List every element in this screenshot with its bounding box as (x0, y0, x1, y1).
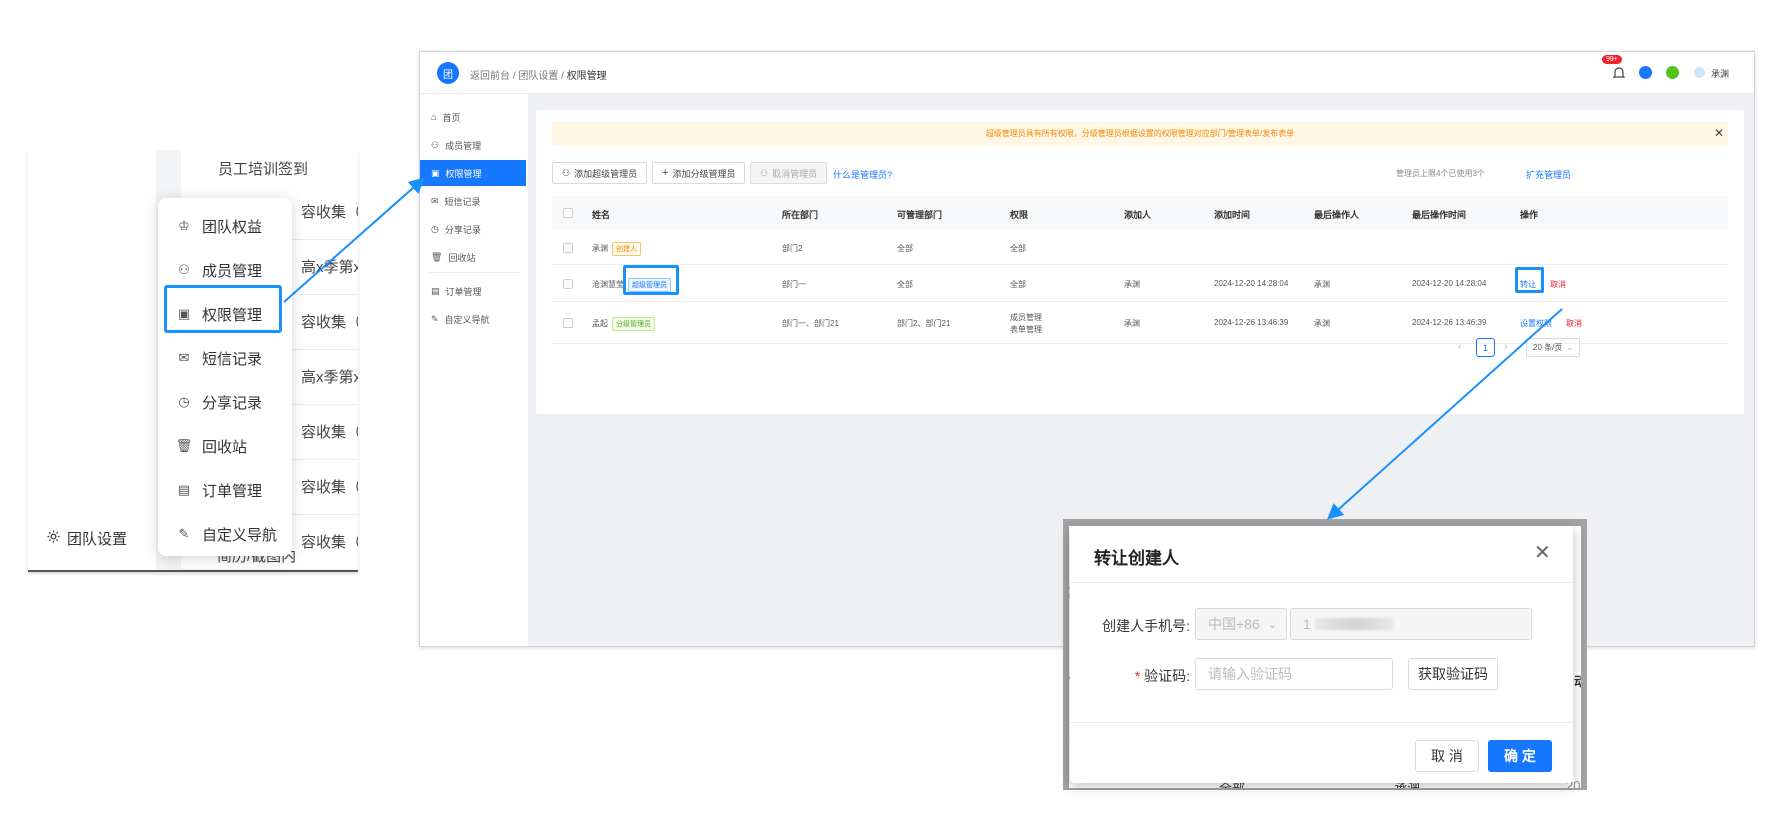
arrow-to-dialog (1327, 308, 1563, 520)
annotation-arrows (283, 177, 1563, 520)
arrow-to-admin-page (283, 177, 425, 303)
